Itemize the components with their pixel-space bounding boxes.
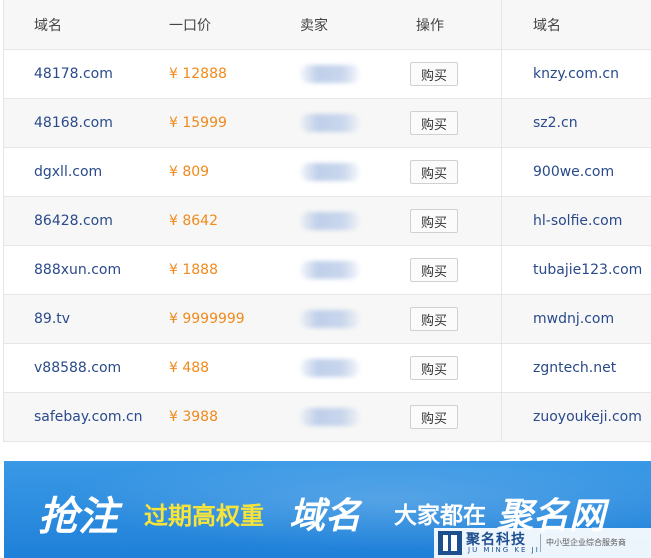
table-row: dgxll.com ¥ 809 购买 900we.com [4, 148, 651, 197]
domain-link[interactable]: 89.tv [34, 295, 70, 343]
buy-cell: 购买 [410, 197, 458, 245]
seller-blurred [300, 50, 360, 98]
buy-button[interactable]: 购买 [410, 307, 458, 331]
logo-subtitle: JU MING KE JI [468, 546, 540, 554]
price: ¥ 3988 [169, 409, 218, 425]
price: ¥ 488 [169, 360, 210, 376]
buy-cell: 购买 [410, 99, 458, 147]
domain-link[interactable]: 86428.com [34, 197, 113, 245]
seller-blurred [300, 344, 360, 392]
domain-link-2[interactable]: mwdnj.com [533, 295, 614, 343]
price: ¥ 8642 [169, 213, 218, 229]
header-domain-2: 域名 [533, 17, 561, 34]
header-operation: 操作 [416, 17, 444, 34]
header-seller: 卖家 [300, 17, 328, 34]
table-row: 888xun.com ¥ 1888 购买 tubajie123.com [4, 246, 651, 295]
domain-link[interactable]: v88588.com [34, 344, 121, 392]
table-row: 48168.com ¥ 15999 购买 sz2.cn [4, 99, 651, 148]
price: ¥ 809 [169, 164, 210, 180]
banner-text-grab: 抢注 [38, 493, 118, 540]
buy-button[interactable]: 购买 [410, 160, 458, 184]
buy-cell: 购买 [410, 246, 458, 294]
seller-blurred [300, 99, 360, 147]
domain-link[interactable]: 48178.com [34, 50, 113, 98]
table-header-row: 域名 一口价 卖家 操作 域名 [4, 0, 651, 50]
table-row: 89.tv ¥ 9999999 购买 mwdnj.com [4, 295, 651, 344]
banner-text-expired: 过期高权重 [144, 501, 264, 530]
buy-cell: 购买 [410, 393, 458, 441]
seller-blurred [300, 246, 360, 294]
domain-link-2[interactable]: zuoyoukeji.com [533, 393, 642, 441]
company-logo: 聚名科技 JU MING KE JI 中小型企业综合服务商 [434, 528, 651, 558]
domain-link-2[interactable]: 900we.com [533, 148, 614, 196]
buy-cell: 购买 [410, 50, 458, 98]
domain-table: 域名 一口价 卖家 操作 域名 48178.com ¥ 12888 购买 knz… [0, 0, 651, 442]
logo-slogan: 中小型企业综合服务商 [546, 538, 626, 547]
buy-button[interactable]: 购买 [410, 258, 458, 282]
buy-cell: 购买 [410, 295, 458, 343]
buy-button[interactable]: 购买 [410, 62, 458, 86]
table-row: 86428.com ¥ 8642 购买 hl-solfie.com [4, 197, 651, 246]
header-domain: 域名 [34, 17, 62, 34]
price: ¥ 15999 [169, 115, 227, 131]
table-row: 48178.com ¥ 12888 购买 knzy.com.cn [4, 50, 651, 99]
seller-blurred [300, 393, 360, 441]
domain-link-2[interactable]: knzy.com.cn [533, 50, 619, 98]
domain-link[interactable]: dgxll.com [34, 148, 102, 196]
domain-link[interactable]: 48168.com [34, 99, 113, 147]
domain-link-2[interactable]: hl-solfie.com [533, 197, 622, 245]
table-row: safebay.com.cn ¥ 3988 购买 zuoyoukeji.com [4, 393, 651, 442]
buy-button[interactable]: 购买 [410, 405, 458, 429]
domain-link-2[interactable]: zgntech.net [533, 344, 616, 392]
price: ¥ 1888 [169, 262, 218, 278]
logo-separator [540, 534, 541, 552]
buy-button[interactable]: 购买 [410, 356, 458, 380]
jm-logo-icon [438, 531, 462, 555]
domain-link-2[interactable]: sz2.cn [533, 99, 578, 147]
price: ¥ 12888 [169, 66, 227, 82]
price: ¥ 9999999 [169, 311, 245, 327]
buy-cell: 购买 [410, 344, 458, 392]
domain-link[interactable]: safebay.com.cn [34, 393, 143, 441]
buy-button[interactable]: 购买 [410, 111, 458, 135]
header-price: 一口价 [169, 17, 211, 34]
table-row: v88588.com ¥ 488 购买 zgntech.net [4, 344, 651, 393]
column-divider [501, 0, 502, 442]
buy-cell: 购买 [410, 148, 458, 196]
domain-link-2[interactable]: tubajie123.com [533, 246, 642, 294]
seller-blurred [300, 148, 360, 196]
seller-blurred [300, 197, 360, 245]
banner-text-domain: 域名 [289, 495, 362, 537]
seller-blurred [300, 295, 360, 343]
buy-button[interactable]: 购买 [410, 209, 458, 233]
domain-link[interactable]: 888xun.com [34, 246, 121, 294]
